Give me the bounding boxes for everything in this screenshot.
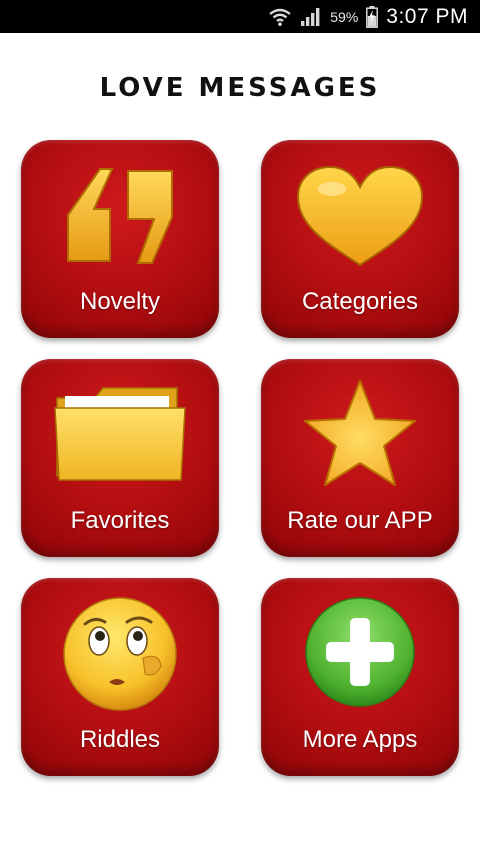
categories-button[interactable]: Categories [261, 140, 459, 338]
riddles-button[interactable]: Riddles [21, 578, 219, 776]
folder-icon [21, 375, 219, 495]
thinking-face-icon [21, 594, 219, 714]
plus-circle-icon [261, 594, 459, 714]
more-apps-button[interactable]: More Apps [261, 578, 459, 776]
heart-icon [261, 156, 459, 276]
wifi-icon [268, 7, 292, 27]
more-apps-label: More Apps [302, 726, 418, 753]
app-title: LOVE MESSAGES [99, 73, 381, 103]
novelty-button[interactable]: Novelty [21, 140, 219, 338]
favorites-label: Favorites [70, 507, 170, 534]
status-bar: 59% 3:07 PM [0, 0, 480, 33]
rate-app-button[interactable]: Rate our APP [261, 359, 459, 557]
clock: 3:07 PM [386, 4, 468, 28]
battery-icon [366, 5, 379, 28]
riddles-label: Riddles [79, 726, 161, 753]
quote-marks-icon [21, 156, 219, 276]
favorites-button[interactable]: Favorites [21, 359, 219, 557]
categories-label: Categories [301, 288, 419, 315]
rate-app-label: Rate our APP [287, 507, 433, 534]
battery-percent: 59% [330, 8, 359, 25]
star-icon [261, 375, 459, 495]
novelty-label: Novelty [79, 288, 161, 315]
signal-icon [300, 7, 322, 27]
